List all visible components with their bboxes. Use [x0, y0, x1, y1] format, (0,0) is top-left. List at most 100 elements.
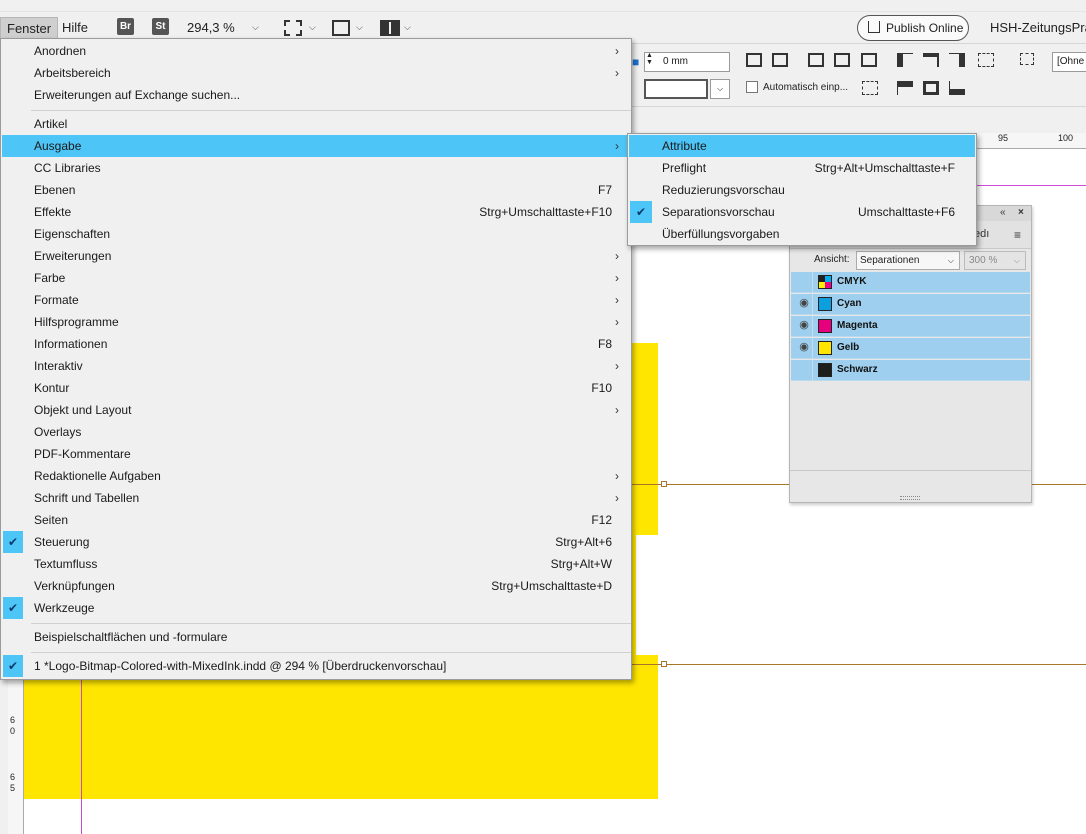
- horizontal-guide[interactable]: [632, 664, 1086, 665]
- eye-icon[interactable]: ◉: [795, 340, 813, 353]
- menu-item-formate[interactable]: Formate ›: [2, 289, 631, 311]
- menu-item-objekt-und-layout[interactable]: Objekt und Layout ›: [2, 399, 631, 421]
- arrange-documents-icon[interactable]: [380, 20, 400, 36]
- stroke-weight-field[interactable]: [644, 79, 708, 99]
- menu-item-beispielschaltflaechen[interactable]: Beispielschaltflächen und -formulare: [2, 626, 631, 648]
- object-style-field[interactable]: [Ohne: [1052, 52, 1086, 72]
- fit-frame-icon[interactable]: [746, 53, 762, 67]
- separation-row-schwarz[interactable]: Schwarz: [791, 360, 1030, 381]
- center-content-icon[interactable]: [808, 53, 824, 67]
- separation-row-cmyk[interactable]: CMYK: [791, 272, 1030, 293]
- eye-icon[interactable]: ◉: [795, 296, 813, 309]
- align-right-icon[interactable]: [949, 53, 965, 67]
- menu-item-ebenen[interactable]: Ebenen F7: [2, 179, 631, 201]
- menu-item-informationen[interactable]: Informationen F8: [2, 333, 631, 355]
- submenu-item-shortcut: Strg+Alt+Umschalttaste+F: [814, 161, 955, 175]
- menu-item-erweiterungen[interactable]: Erweiterungen ›: [2, 245, 631, 267]
- arrange-documents-chevron-down-icon[interactable]: ⌵: [404, 22, 411, 33]
- auto-fit-checkbox[interactable]: [746, 81, 758, 93]
- separation-row-gelb[interactable]: ◉ Gelb: [791, 338, 1030, 359]
- view-options-chevron-down-icon[interactable]: ⌵: [309, 22, 316, 33]
- menu-item-label: Hilfsprogramme: [34, 315, 119, 329]
- cmyk-swatch-icon: [818, 275, 832, 289]
- menu-fenster[interactable]: Fenster: [0, 17, 59, 39]
- row-divider: [812, 360, 813, 381]
- chevron-down-icon: ⌵: [947, 256, 954, 265]
- separation-row-magenta[interactable]: ◉ Magenta: [791, 316, 1030, 337]
- vertical-ruler[interactable]: 6 0 6 5: [8, 680, 24, 834]
- row-divider: [812, 272, 813, 293]
- menu-item-textumfluss[interactable]: Textumfluss Strg+Alt+W: [2, 553, 631, 575]
- menu-item-werkzeuge[interactable]: ✔ Werkzeuge: [2, 597, 631, 619]
- menu-item-schrift-und-tabellen[interactable]: Schrift und Tabellen ›: [2, 487, 631, 509]
- publish-online-button[interactable]: Publish Online: [857, 15, 969, 41]
- resize-grip-icon[interactable]: [900, 496, 920, 500]
- menu-item-kontur[interactable]: Kontur F10: [2, 377, 631, 399]
- selection-handle[interactable]: [661, 481, 667, 487]
- menu-hilfe[interactable]: Hilfe: [56, 17, 94, 39]
- menu-item-seiten[interactable]: Seiten F12: [2, 509, 631, 531]
- menu-item-cc-libraries[interactable]: CC Libraries: [2, 157, 631, 179]
- view-options-icon[interactable]: [284, 20, 302, 36]
- view-mode-select[interactable]: Separationen ⌵: [856, 251, 960, 270]
- submenu-item-separationsvorschau[interactable]: ✔ Separationsvorschau Umschalttaste+F6: [629, 201, 975, 223]
- eye-icon[interactable]: ◉: [795, 318, 813, 331]
- frame-fitting-options-icon[interactable]: [862, 81, 878, 95]
- menu-item-anordnen[interactable]: Anordnen ›: [2, 40, 631, 62]
- align-center-icon[interactable]: [923, 53, 939, 67]
- submenu-item-attribute[interactable]: Attribute: [629, 135, 975, 157]
- separation-name: Schwarz: [837, 364, 878, 375]
- vertical-guide[interactable]: [81, 680, 82, 834]
- menu-item-open-document[interactable]: ✔ 1 *Logo-Bitmap-Colored-with-MixedInk.in…: [2, 655, 631, 677]
- bridge-button[interactable]: Br: [117, 18, 134, 35]
- offset-field[interactable]: 0 mm: [644, 52, 730, 72]
- menu-item-verknuepfungen[interactable]: Verknüpfungen Strg+Umschalttaste+D: [2, 575, 631, 597]
- align-left-icon[interactable]: [897, 53, 913, 67]
- menu-item-overlays[interactable]: Overlays: [2, 421, 631, 443]
- submenu-item-ueberfuellungsvorgaben[interactable]: Überfüllungsvorgaben: [629, 223, 975, 245]
- separation-row-cyan[interactable]: ◉ Cyan: [791, 294, 1030, 315]
- align-middle-icon[interactable]: [923, 81, 939, 95]
- menu-item-artikel[interactable]: Artikel: [2, 113, 631, 135]
- fill-frame-icon[interactable]: [834, 53, 850, 67]
- zoom-chevron-down-icon[interactable]: ⌵: [252, 22, 259, 33]
- menu-item-interaktiv[interactable]: Interaktiv ›: [2, 355, 631, 377]
- fit-content-icon[interactable]: [772, 53, 788, 67]
- menu-item-pdf-kommentare[interactable]: PDF-Kommentare: [2, 443, 631, 465]
- submenu-item-preflight[interactable]: Preflight Strg+Alt+Umschalttaste+F: [629, 157, 975, 179]
- workspace-switcher[interactable]: HSH-ZeitungsPrak: [990, 20, 1086, 35]
- menu-item-ausgabe[interactable]: Ausgabe ›: [2, 135, 631, 157]
- panel-menu-icon[interactable]: ≡: [1014, 228, 1021, 242]
- screen-mode-icon[interactable]: [332, 20, 350, 36]
- align-bottom-icon[interactable]: [949, 81, 965, 95]
- stepper-icon[interactable]: ▲ ▼: [646, 52, 653, 66]
- menu-item-erweiterungen-exchange[interactable]: Erweiterungen auf Exchange suchen...: [2, 84, 631, 106]
- ruler-tick-label: 6: [10, 772, 16, 782]
- align-top-icon[interactable]: [897, 81, 913, 95]
- menu-item-steuerung[interactable]: ✔ Steuerung Strg+Alt+6: [2, 531, 631, 553]
- menu-item-label: Textumfluss: [34, 557, 98, 571]
- menu-item-eigenschaften[interactable]: Eigenschaften: [2, 223, 631, 245]
- submenu-item-reduzierungsvorschau[interactable]: Reduzierungsvorschau: [629, 179, 975, 201]
- object-style-icon[interactable]: [1020, 53, 1034, 65]
- collapse-panel-icon[interactable]: «: [1000, 207, 1006, 218]
- fit-proportionally-icon[interactable]: [861, 53, 877, 67]
- menu-item-farbe[interactable]: Farbe ›: [2, 267, 631, 289]
- separation-name: CMYK: [837, 276, 867, 287]
- checkmark-icon: ✔: [3, 597, 23, 619]
- menu-item-hilfsprogramme[interactable]: Hilfsprogramme ›: [2, 311, 631, 333]
- panel-zoom-select[interactable]: 300 % ⌵: [964, 251, 1026, 270]
- zoom-level[interactable]: 294,3 %: [187, 20, 235, 35]
- reference-point-icon[interactable]: ■: [632, 55, 639, 69]
- menu-item-arbeitsbereich[interactable]: Arbeitsbereich ›: [2, 62, 631, 84]
- menu-item-shortcut: Strg+Umschalttaste+D: [491, 579, 612, 593]
- menu-item-effekte[interactable]: Effekte Strg+Umschalttaste+F10: [2, 201, 631, 223]
- distribute-icon[interactable]: [978, 53, 994, 67]
- stroke-dropdown-chevron-icon[interactable]: ⌵: [710, 79, 730, 99]
- menu-item-redaktionelle-aufgaben[interactable]: Redaktionelle Aufgaben ›: [2, 465, 631, 487]
- selection-handle[interactable]: [661, 661, 667, 667]
- chevron-down-icon: ⌵: [1013, 256, 1020, 265]
- stock-button[interactable]: St: [152, 18, 169, 35]
- screen-mode-chevron-down-icon[interactable]: ⌵: [356, 22, 363, 33]
- close-panel-icon[interactable]: ×: [1018, 207, 1024, 218]
